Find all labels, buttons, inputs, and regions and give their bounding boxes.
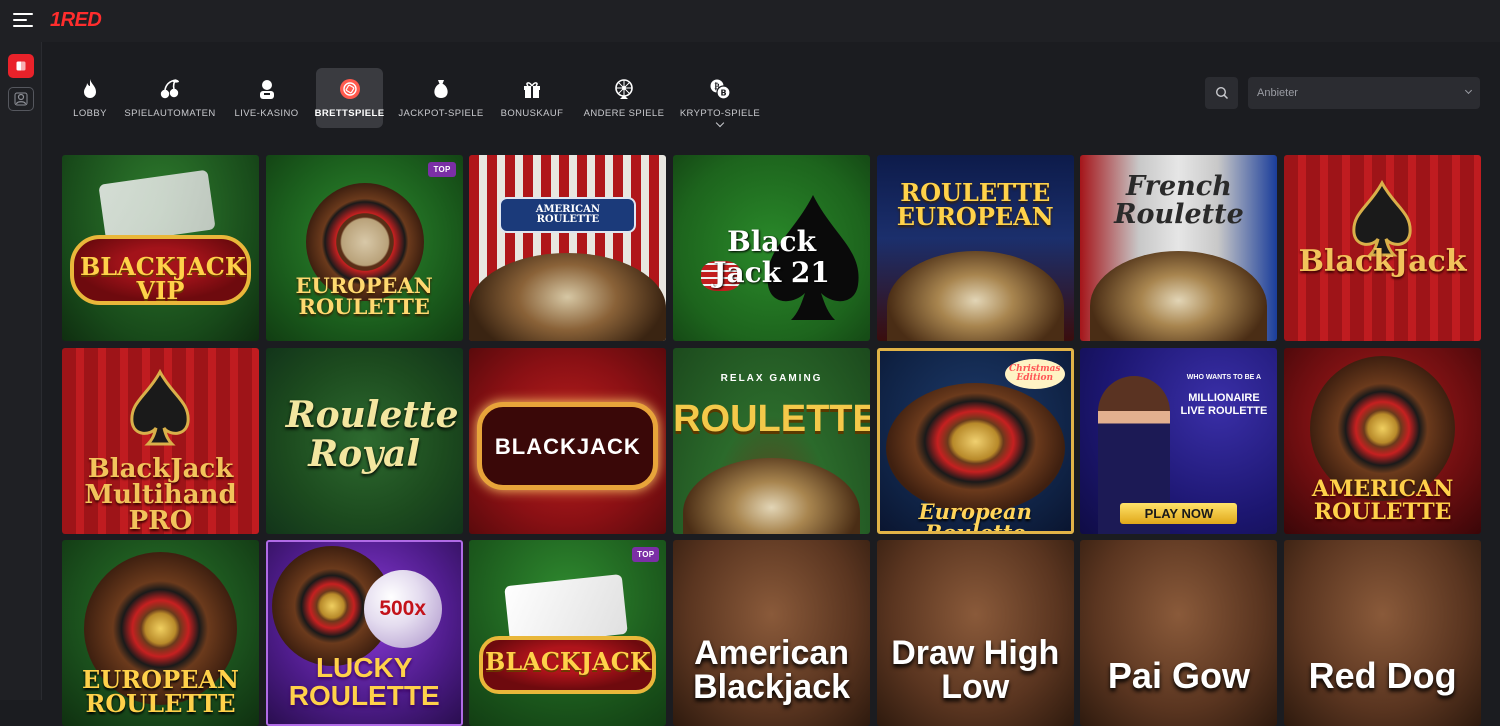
play-now-button[interactable]: PLAY NOW [1120, 502, 1238, 524]
game-title: Roulette Royal [285, 393, 459, 476]
game-title: ROULETTE EUROPEAN [896, 178, 1054, 231]
roulette-wheel [1090, 251, 1268, 341]
game-tile[interactable]: ROULETTE EUROPEAN [876, 155, 1074, 341]
game-title: EUROPEAN ROULETTE [295, 273, 433, 319]
tab-label: JACKPOT-SPIELE [398, 108, 484, 119]
cherry-icon [160, 79, 179, 99]
tab-label: SPIELAUTOMATEN [124, 108, 216, 119]
roulette-wheel [683, 457, 861, 534]
top-badge: TOP [428, 162, 456, 177]
game-title: BLACKJACK [494, 433, 641, 459]
game-title: Draw High Low [891, 634, 1060, 707]
provider-select-value: Anbieter [1257, 87, 1298, 99]
game-title: BlackJack [1298, 244, 1467, 279]
roulette-wheel [886, 251, 1064, 341]
game-tile[interactable]: BLACKJACK TOP [469, 540, 667, 726]
top-bar: 1RED [0, 0, 1500, 42]
game-title: American Blackjack [693, 634, 851, 707]
game-tile[interactable]: Red Dog [1284, 540, 1482, 726]
game-provider: RELAX GAMING [720, 372, 823, 384]
top-badge: TOP [632, 547, 660, 563]
game-title: French Roulette [1114, 171, 1244, 231]
tab-krypto-spiele[interactable]: ₿ B KRYPTO-SPIELE [675, 68, 765, 128]
provider-select[interactable]: Anbieter [1248, 77, 1480, 109]
svg-text:B: B [720, 89, 726, 98]
casino-icon [16, 61, 26, 71]
tab-label: ANDERE SPIELE [583, 108, 665, 119]
wheel-icon [615, 79, 633, 99]
game-tile[interactable]: EUROPEAN ROULETTE [62, 540, 259, 726]
game-grid: BLACKJACK VIP EUROPEAN ROULETTE TOP AMER… [62, 155, 1482, 726]
category-nav: LOBBY SPIELAUTOMATEN LIVE-KASINO BRETTSP… [65, 68, 765, 128]
game-edition: Christmas Edition [1004, 358, 1065, 389]
game-title: Pai Gow [1107, 655, 1250, 697]
game-title: BLACKJACK [485, 647, 651, 677]
game-tile[interactable]: BLACKJACK VIP [62, 155, 259, 341]
account-rail-button[interactable] [8, 87, 34, 111]
tab-label: KRYPTO-SPIELE [679, 108, 761, 119]
game-tile[interactable]: Christmas Edition European Roulette [876, 347, 1074, 534]
game-title: AMERICAN ROULETTE [1311, 475, 1454, 525]
tab-label: LOBBY [73, 108, 107, 119]
brand-logo[interactable]: 1RED [50, 9, 102, 32]
game-tile[interactable]: BlackJack [1284, 155, 1482, 341]
dealer-icon [259, 80, 274, 99]
game-tile[interactable]: American Blackjack [673, 540, 871, 726]
game-title: BlackJack Multihand PRO [84, 453, 237, 534]
user-icon [14, 92, 28, 106]
flame-icon [84, 79, 96, 98]
chevron-down-icon[interactable] [715, 118, 725, 128]
tab-spielautomaten[interactable]: SPIELAUTOMATEN [115, 68, 225, 128]
game-tile[interactable]: Roulette Royal [265, 347, 463, 534]
left-rail [0, 42, 42, 700]
crypto-coins-icon: ₿B [710, 79, 731, 100]
chevron-down-icon [1464, 86, 1473, 95]
tab-lobby[interactable]: LOBBY [65, 68, 115, 128]
tab-label: LIVE-KASINO [234, 108, 299, 119]
roulette-wheel [469, 253, 667, 341]
game-title: EUROPEAN ROULETTE [82, 665, 239, 719]
game-title: ROULETTE [673, 397, 871, 440]
game-tile[interactable]: Black Jack 21 [673, 155, 871, 341]
menu-icon[interactable] [13, 12, 33, 28]
tab-label: BRETTSPIELE [314, 108, 385, 119]
game-title: BLACKJACK VIP [80, 252, 246, 305]
chip-icon [339, 79, 360, 99]
tab-jackpot-spiele[interactable]: JACKPOT-SPIELE [391, 68, 491, 128]
tab-andere-spiele[interactable]: ANDERE SPIELE [573, 68, 675, 128]
card-fan [98, 169, 216, 245]
game-tile[interactable]: 500x LUCKY ROULETTE [265, 540, 463, 726]
game-title: LUCKY ROULETTE [288, 652, 440, 712]
game-title: European Roulette [918, 498, 1032, 534]
game-multiplier: 500x [379, 597, 427, 621]
main-content: LOBBY SPIELAUTOMATEN LIVE-KASINO BRETTSP… [43, 42, 1500, 726]
tab-live-kasino[interactable]: LIVE-KASINO [225, 68, 308, 128]
game-tile[interactable]: BlackJack Multihand PRO [62, 347, 259, 534]
game-tile[interactable]: RELAX GAMING ROULETTE [673, 347, 871, 534]
game-title: MILLIONAIRE LIVE ROULETTE [1180, 391, 1268, 417]
gift-icon [524, 82, 540, 98]
casino-rail-button[interactable] [8, 54, 34, 78]
game-subtitle: WHO WANTS TO BE A [1186, 373, 1262, 381]
game-title: AMERICAN ROULETTE [535, 204, 601, 225]
tab-label: BONUSKAUF [500, 108, 564, 119]
tab-brettspiele[interactable]: BRETTSPIELE [314, 68, 385, 128]
game-tile[interactable]: EUROPEAN ROULETTE TOP [265, 155, 463, 341]
game-title: Red Dog [1308, 655, 1457, 697]
search-icon [1215, 86, 1228, 100]
game-tile[interactable]: Draw High Low [876, 540, 1074, 726]
game-tile[interactable]: Pai Gow [1080, 540, 1278, 726]
game-title: Black Jack 21 [713, 225, 830, 289]
money-bag-icon [434, 80, 448, 98]
game-tile[interactable]: AMERICAN ROULETTE [1284, 347, 1482, 534]
search-button[interactable] [1205, 77, 1238, 109]
tab-bonuskauf[interactable]: BONUSKAUF [491, 68, 573, 128]
game-tile[interactable]: BLACKJACK [469, 347, 667, 534]
roulette-wheel [885, 382, 1065, 513]
game-tile[interactable]: WHO WANTS TO BE A MILLIONAIRE LIVE ROULE… [1080, 347, 1278, 534]
game-tile[interactable]: French Roulette [1080, 155, 1278, 341]
game-tile[interactable]: AMERICAN ROULETTE [469, 155, 667, 341]
